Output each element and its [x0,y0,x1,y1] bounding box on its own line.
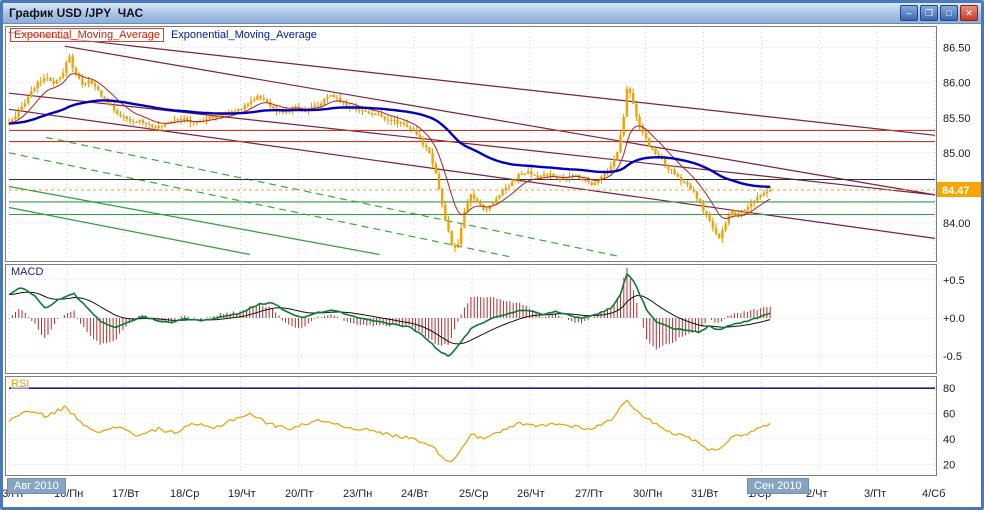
close-button[interactable]: ✕ [960,5,978,21]
svg-text:84.00: 84.00 [943,218,971,230]
svg-text:86.00: 86.00 [943,78,971,90]
svg-text:+0.5: +0.5 [943,275,965,287]
window-titlebar[interactable]: График USD /JPY ЧАС – ❐ □ ✕ [3,3,981,24]
date-label: 19/Чт [228,488,256,500]
date-label: 27/Пт [575,488,603,500]
window-title: График USD /JPY ЧАС [6,6,898,20]
date-label: 24/Вт [401,488,428,500]
minimize-button[interactable]: – [900,5,918,21]
date-label: 23/Пн [343,488,372,500]
date-label: 17/Вт [112,488,139,500]
svg-text:20: 20 [943,459,955,471]
date-label: 31/Вт [691,488,718,500]
date-label: 26/Чт [517,488,545,500]
date-label: 30/Пн [633,488,662,500]
date-label: 4/Сб [922,488,945,500]
time-axis: 13/Пт16/Пн17/Вт18/Ср19/Чт20/Пт23/Пн24/Вт… [5,478,979,506]
rsi-panel[interactable]: 80604020 RSI [5,376,979,476]
date-label: 18/Ср [170,488,199,500]
svg-text:-0.5: -0.5 [943,351,962,363]
restore-button[interactable]: ❐ [920,5,938,21]
month-badge: Сен 2010 [747,478,809,494]
svg-text:40: 40 [943,434,955,446]
maximize-button[interactable]: □ [940,5,958,21]
price-chart-panel[interactable]: 84.4786.5086.0085.5085.0084.00 Exponenti… [5,26,979,262]
svg-text:85.00: 85.00 [943,148,971,160]
svg-text:85.50: 85.50 [943,113,971,125]
svg-text:60: 60 [943,409,955,421]
svg-text:86.50: 86.50 [943,43,971,55]
price-chart-canvas[interactable]: 84.47 86.50 86.00 85.50 85.00 84.00 [5,26,979,262]
rsi-canvas[interactable]: 80 60 40 20 [5,376,979,476]
chart-content: 84.4786.5086.0085.5085.0084.00 Exponenti… [3,24,981,506]
date-label: 25/Ср [459,488,488,500]
macd-canvas[interactable]: +0.5 +0.0 -0.5 [5,264,979,374]
svg-text:84.47: 84.47 [942,185,970,197]
macd-panel[interactable]: +0.5+0.0-0.5 MACD [5,264,979,374]
svg-text:+0.0: +0.0 [943,313,965,325]
svg-text:80: 80 [943,383,955,395]
chart-window: График USD /JPY ЧАС – ❐ □ ✕ 84.47 86.50 86… [0,0,984,510]
date-label: 20/Пт [285,488,313,500]
date-label: 2/Чт [806,488,828,500]
month-badge: Авг 2010 [7,478,66,494]
date-label: 3/Пт [864,488,886,500]
